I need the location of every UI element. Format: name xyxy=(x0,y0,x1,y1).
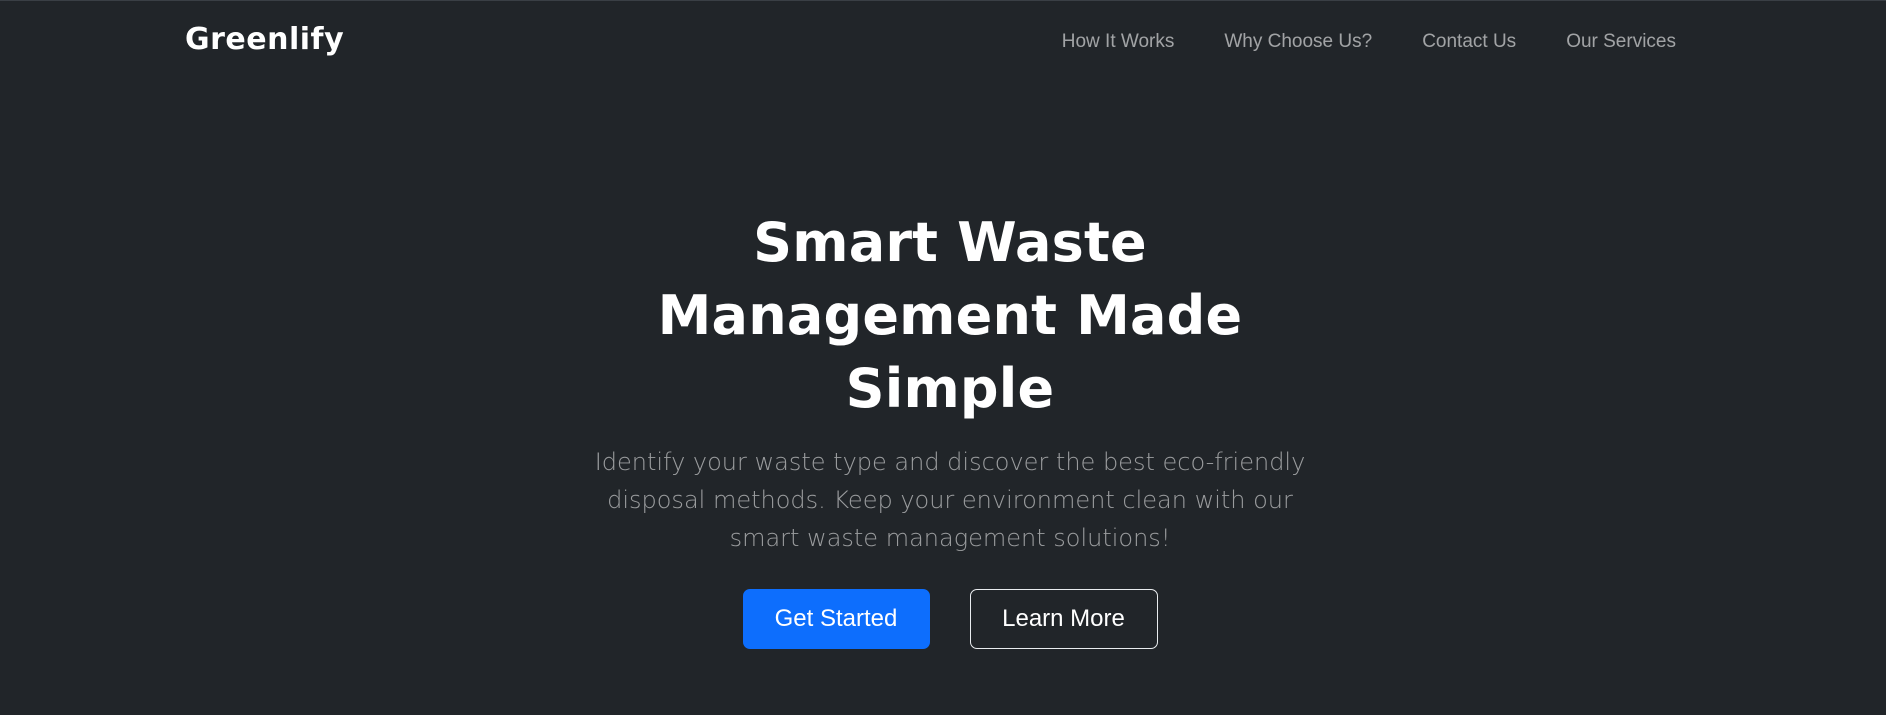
hero-title: Smart Waste Management Made Simple xyxy=(657,211,1243,420)
nav-link-why-choose-us[interactable]: Why Choose Us? xyxy=(1224,31,1372,53)
get-started-button[interactable]: Get Started xyxy=(742,589,930,649)
brand-logo[interactable]: Greenlify xyxy=(185,22,344,57)
learn-more-button[interactable]: Learn More xyxy=(969,589,1158,649)
nav-links: How It Works Why Choose Us? Contact Us O… xyxy=(1062,31,1676,53)
hero-section: Smart Waste Management Made Simple Ident… xyxy=(0,206,1886,649)
top-navbar: Greenlify How It Works Why Choose Us? Co… xyxy=(0,1,1886,85)
nav-link-our-services[interactable]: Our Services xyxy=(1566,31,1676,53)
hero-actions: Get Started Learn More xyxy=(0,589,1886,649)
nav-link-how-it-works[interactable]: How It Works xyxy=(1062,31,1175,53)
hero-description: Identify your waste type and discover th… xyxy=(594,448,1306,552)
nav-link-contact-us[interactable]: Contact Us xyxy=(1422,31,1516,53)
